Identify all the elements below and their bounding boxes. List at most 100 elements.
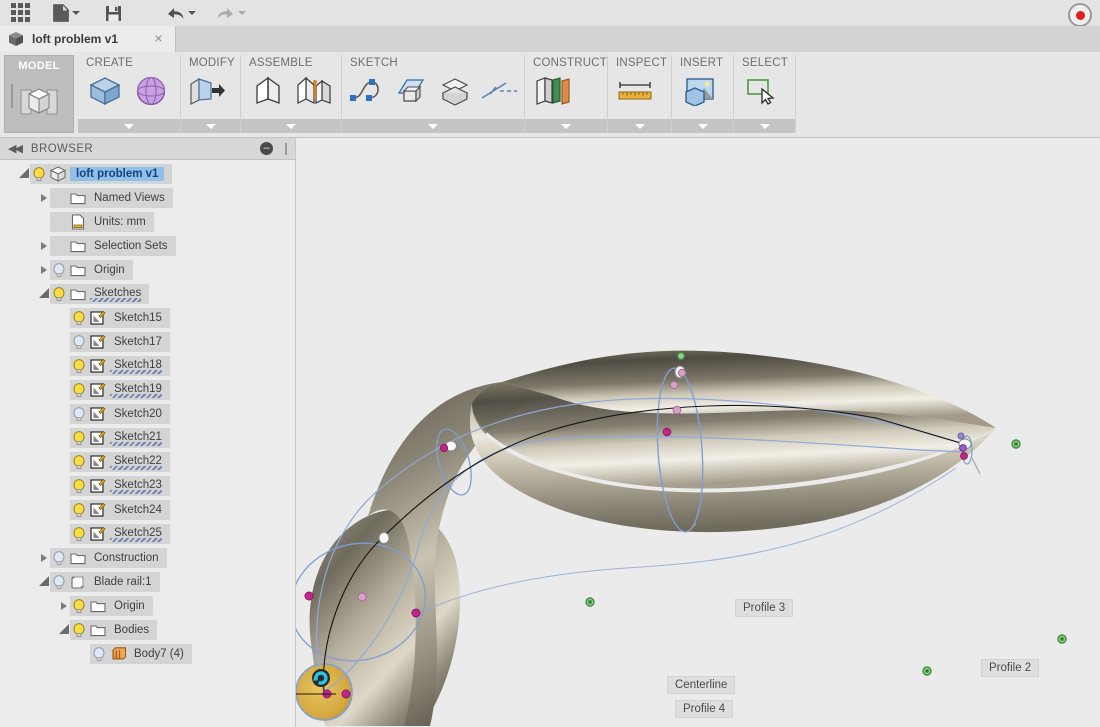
tree-item-content[interactable]: loft problem v1 <box>30 164 173 184</box>
tree-item-sketch21[interactable]: Sketch21 <box>0 428 288 448</box>
tree-item-content[interactable]: Origin <box>50 260 133 280</box>
tree-item-construction[interactable]: Construction <box>0 548 288 568</box>
close-icon[interactable]: × <box>152 31 165 45</box>
modify-press-pull-button[interactable] <box>185 69 231 113</box>
inspect-measure-button[interactable] <box>612 69 658 113</box>
tree-item-origin[interactable]: Origin <box>0 260 288 280</box>
panel-overflow-assemble[interactable] <box>241 119 341 133</box>
tree-item-loft-problem-v1[interactable]: loft problem v1 <box>0 164 288 184</box>
tree-item-sketch17[interactable]: Sketch17 <box>0 332 288 352</box>
lightbulb-icon[interactable] <box>30 164 48 184</box>
tree-item-content[interactable]: Sketch24 <box>70 500 170 520</box>
collapse-icon[interactable]: ◀◀ <box>8 142 23 155</box>
tree-item-content[interactable]: Sketch17 <box>70 332 170 352</box>
sketch-project-button[interactable] <box>433 69 477 113</box>
profile-4-label[interactable]: Profile 4 <box>675 700 734 718</box>
tree-item-content[interactable]: Sketch25 <box>70 524 170 544</box>
tree-item-sketch15[interactable]: Sketch15 <box>0 308 288 328</box>
minimize-icon[interactable]: – <box>260 142 273 155</box>
construct-offset-plane-button[interactable] <box>529 69 575 113</box>
lightbulb-icon[interactable] <box>70 524 88 544</box>
chevron-down-icon[interactable] <box>58 620 70 640</box>
tree-item-content[interactable]: Sketch23 <box>70 476 170 496</box>
tree-item-content[interactable]: Bodies <box>70 620 158 640</box>
lightbulb-icon[interactable] <box>70 500 88 520</box>
tree-item-content[interactable]: Sketches <box>50 284 150 304</box>
insert-decal-button[interactable] <box>676 69 722 113</box>
tree-item-blade-rail-1[interactable]: Blade rail:1 <box>0 572 288 592</box>
chevron-right-icon[interactable] <box>38 260 50 280</box>
tree-item-sketch23[interactable]: Sketch23 <box>0 476 288 496</box>
panel-overflow-modify[interactable] <box>181 119 240 133</box>
tree-item-sketch20[interactable]: Sketch20 <box>0 404 288 424</box>
panel-overflow-select[interactable] <box>734 119 795 133</box>
sketch-create-sketch-button[interactable] <box>390 69 434 113</box>
assemble-new-component-button[interactable] <box>245 69 291 113</box>
rotate-gizmo-icon[interactable] <box>312 669 330 687</box>
lightbulb-icon[interactable] <box>90 644 108 664</box>
lightbulb-icon[interactable] <box>50 548 68 568</box>
lightbulb-icon[interactable] <box>70 404 88 424</box>
chevron-right-icon[interactable] <box>38 236 50 256</box>
lightbulb-icon[interactable] <box>50 572 68 592</box>
chevron-right-icon[interactable] <box>58 596 70 616</box>
lightbulb-icon[interactable] <box>70 332 88 352</box>
lightbulb-icon[interactable] <box>70 452 88 472</box>
centerline-label[interactable]: Centerline <box>667 676 736 694</box>
redo-icon[interactable] <box>210 0 252 26</box>
tree-item-content[interactable]: Construction <box>50 548 167 568</box>
tree-item-content[interactable]: Sketch18 <box>70 356 170 376</box>
control-handle[interactable] <box>378 532 390 544</box>
tree-item-content[interactable]: Sketch15 <box>70 308 170 328</box>
chevron-down-icon[interactable] <box>38 284 50 304</box>
assemble-joint-button[interactable] <box>291 69 337 113</box>
tree-item-content[interactable]: Units: mm <box>50 212 154 232</box>
lightbulb-icon[interactable] <box>70 356 88 376</box>
apps-grid-icon[interactable] <box>4 0 38 26</box>
lightbulb-icon[interactable] <box>70 596 88 616</box>
panel-overflow-inspect[interactable] <box>608 119 671 133</box>
tree-item-content[interactable]: Named Views <box>50 188 173 208</box>
lightbulb-icon[interactable] <box>70 308 88 328</box>
profile-3-label[interactable]: Profile 3 <box>735 599 794 617</box>
profile-2-label[interactable]: Profile 2 <box>981 659 1040 677</box>
tree-item-units-mm[interactable]: Units: mm <box>0 212 288 232</box>
tree-item-content[interactable]: Sketch19 <box>70 380 170 400</box>
lightbulb-icon[interactable] <box>50 284 68 304</box>
tree-item-sketch24[interactable]: Sketch24 <box>0 500 288 520</box>
chevron-right-icon[interactable] <box>38 548 50 568</box>
panel-overflow-insert[interactable] <box>672 119 733 133</box>
new-file-icon[interactable] <box>46 0 86 26</box>
tree-item-body7-4[interactable]: Body7 (4) <box>0 644 288 664</box>
tree-item-content[interactable]: Body7 (4) <box>90 644 192 664</box>
panel-overflow-create[interactable] <box>78 119 180 133</box>
document-tab[interactable]: loft problem v1 × <box>0 26 176 52</box>
panel-overflow-construct[interactable] <box>525 119 607 133</box>
create-sphere-button[interactable] <box>128 69 174 113</box>
tree-item-sketch22[interactable]: Sketch22 <box>0 452 288 472</box>
lightbulb-icon[interactable] <box>70 380 88 400</box>
tree-item-content[interactable]: Blade rail:1 <box>50 572 160 592</box>
workspace-selector-model[interactable]: MODEL <box>4 55 74 133</box>
tree-item-sketch25[interactable]: Sketch25 <box>0 524 288 544</box>
chevron-right-icon[interactable] <box>38 188 50 208</box>
lightbulb-icon[interactable] <box>50 260 68 280</box>
undo-icon[interactable] <box>160 0 202 26</box>
sketch-constraint-button[interactable] <box>477 69 521 113</box>
tree-item-content[interactable]: Sketch20 <box>70 404 170 424</box>
record-button[interactable] <box>1068 3 1092 27</box>
lightbulb-icon[interactable] <box>70 476 88 496</box>
tree-item-named-views[interactable]: Named Views <box>0 188 288 208</box>
tree-item-origin[interactable]: Origin <box>0 596 288 616</box>
save-icon[interactable] <box>96 0 130 26</box>
panel-overflow-sketch[interactable] <box>342 119 524 133</box>
tree-item-sketch19[interactable]: Sketch19 <box>0 380 288 400</box>
create-box-button[interactable] <box>82 69 128 113</box>
tree-item-content[interactable]: Selection Sets <box>50 236 176 256</box>
select-window-button[interactable] <box>738 69 784 113</box>
tree-item-content[interactable]: Sketch22 <box>70 452 170 472</box>
tree-item-selection-sets[interactable]: Selection Sets <box>0 236 288 256</box>
tree-item-sketches[interactable]: Sketches <box>0 284 288 304</box>
lightbulb-icon[interactable] <box>70 428 88 448</box>
chevron-down-icon[interactable] <box>38 572 50 592</box>
